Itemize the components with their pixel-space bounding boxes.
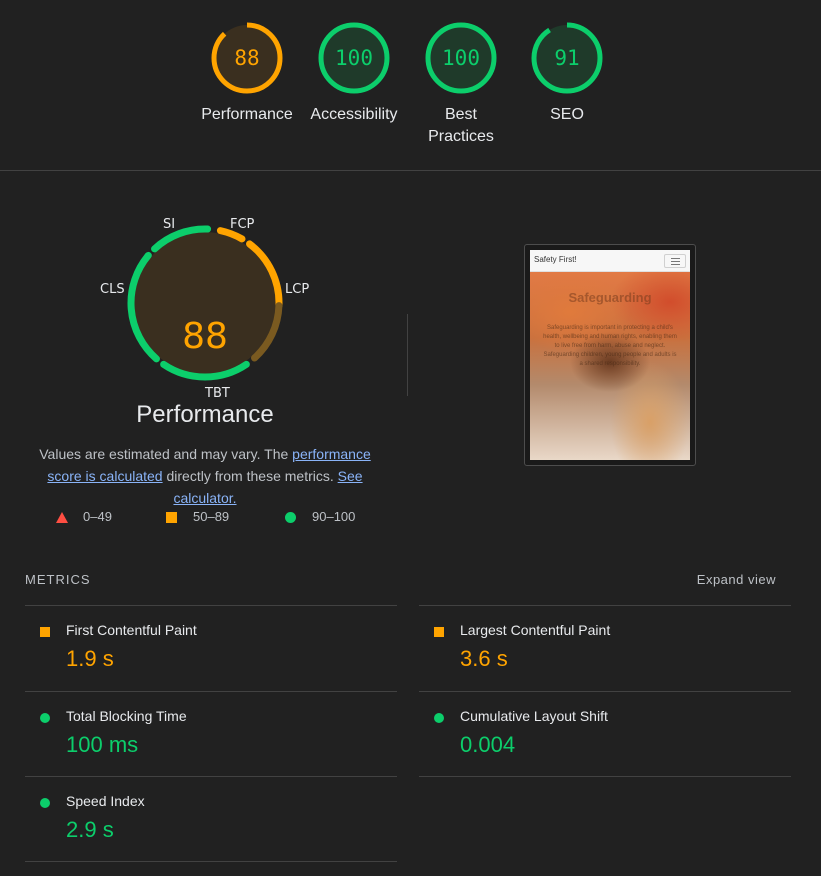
performance-description: Values are estimated and may vary. The p… (25, 443, 385, 509)
gauge-score: 88 (234, 46, 260, 70)
gauge-label: Accessibility (310, 106, 398, 123)
expand-view-button[interactable]: Expand view (697, 572, 776, 587)
gauge-seo[interactable]: 91 SEO (512, 22, 622, 126)
circle-icon (40, 798, 50, 808)
circle-icon (285, 512, 296, 523)
legend-range: 0–49 (83, 509, 112, 524)
gauge-label: SEO (550, 106, 584, 123)
metric-name: First Contentful Paint (66, 622, 197, 638)
legend-range: 50–89 (193, 509, 230, 524)
metric-name: Total Blocking Time (66, 708, 187, 724)
gauge-ring: 100 (425, 22, 497, 94)
metrics-header: METRICS Expand view (25, 572, 790, 592)
gauge-label: Performance (201, 106, 293, 123)
screenshot-brand: Safety First! (534, 255, 577, 264)
gauge-label: Best Practices (428, 106, 494, 145)
metric-tag-lcp: LCP (285, 282, 310, 297)
performance-big-gauge: 88 SI FCP LCP CLS TBT (85, 211, 325, 411)
performance-score: 88 (182, 316, 228, 357)
metric-name: Speed Index (66, 793, 145, 809)
metrics-title: METRICS (25, 572, 91, 587)
circle-icon (40, 713, 50, 723)
gauge-best-practices[interactable]: 100 Best Practices (406, 22, 516, 148)
gauge-score: 100 (335, 46, 373, 70)
square-icon (166, 512, 177, 523)
gauge-ring: 91 (531, 22, 603, 94)
screenshot-navbar: Safety First! (530, 250, 690, 272)
gauge-score: 100 (442, 46, 480, 70)
metric-value: 2.9 s (66, 817, 114, 842)
metric-value: 100 ms (66, 732, 139, 757)
score-legend: 0–49 50–89 90–100 (0, 507, 410, 527)
gauge-ring: 88 (211, 22, 283, 94)
metric-largest-contentful-paint[interactable]: Largest Contentful Paint 3.6 s (419, 605, 791, 691)
screenshot-hero-text: Safeguarding is important in protecting … (543, 325, 677, 367)
metric-value: 3.6 s (460, 646, 508, 671)
metric-tag-tbt: TBT (205, 386, 230, 401)
screenshot-hero-title: Safeguarding (568, 290, 652, 305)
metric-value: 1.9 s (66, 646, 114, 671)
gauge-score: 91 (554, 46, 580, 70)
screenshot-image: Safety First! Safeguarding Safeguarding … (530, 250, 690, 460)
metric-total-blocking-time[interactable]: Total Blocking Time 100 ms (25, 691, 397, 777)
metric-speed-index[interactable]: Speed Index 2.9 s (25, 776, 397, 862)
gauge-ring: 100 (318, 22, 390, 94)
description-text: directly from these metrics. (162, 468, 338, 484)
square-icon (434, 627, 444, 637)
metric-tag-si: SI (163, 217, 176, 232)
final-screenshot[interactable]: Safety First! Safeguarding Safeguarding … (524, 244, 696, 466)
performance-section: 88 SI FCP LCP CLS TBT Performance Values… (0, 171, 821, 571)
description-text: Values are estimated and may vary. The (39, 446, 293, 462)
performance-title: Performance (136, 401, 274, 428)
performance-gauge-svg (127, 225, 283, 381)
vertical-divider (407, 314, 408, 396)
metric-cumulative-layout-shift[interactable]: Cumulative Layout Shift 0.004 (419, 691, 791, 777)
metric-tag-cls: CLS (100, 282, 125, 297)
gauge-performance[interactable]: 88 Performance (192, 22, 302, 126)
metric-name: Largest Contentful Paint (460, 622, 611, 638)
metric-tag-fcp: FCP (230, 217, 255, 232)
legend-range: 90–100 (312, 509, 356, 524)
triangle-icon (56, 512, 68, 523)
metric-value: 0.004 (460, 732, 516, 757)
gauge-accessibility[interactable]: 100 Accessibility (299, 22, 409, 126)
category-gauges: 88 Performance 100 Accessibility 100 Bes… (0, 0, 821, 171)
screenshot-hero: Safeguarding Safeguarding is important i… (530, 272, 690, 460)
hamburger-icon (664, 254, 686, 268)
metric-name: Cumulative Layout Shift (460, 708, 608, 724)
square-icon (40, 627, 50, 637)
circle-icon (434, 713, 444, 723)
metric-first-contentful-paint[interactable]: First Contentful Paint 1.9 s (25, 605, 397, 691)
